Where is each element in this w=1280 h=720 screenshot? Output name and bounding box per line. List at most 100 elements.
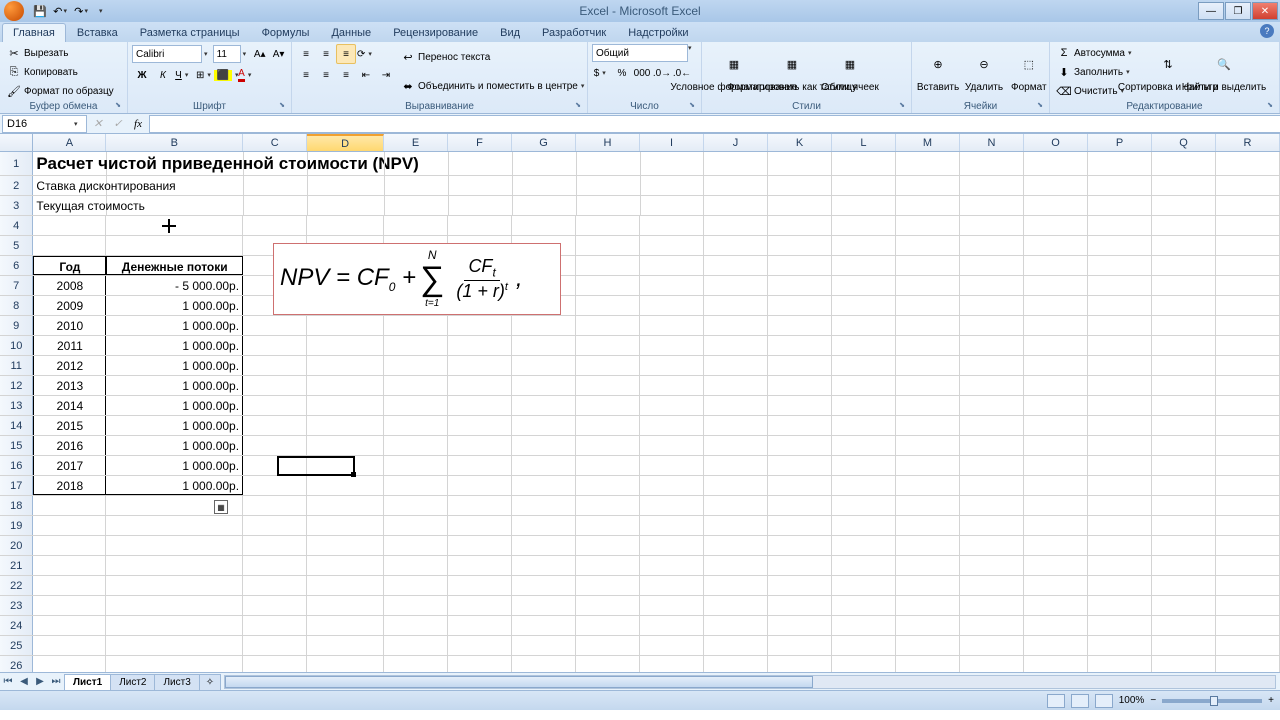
tab-review[interactable]: Рецензирование (382, 23, 489, 42)
npv-formula-image[interactable]: NPV = CF0 + N∑t=1 CFt(1 + r)t , (273, 243, 561, 315)
cell-B6[interactable]: Денежные потоки (106, 256, 243, 275)
bold-button[interactable]: Ж (132, 65, 152, 85)
cell-A14[interactable]: 2015 (33, 416, 106, 435)
cell-N5[interactable] (960, 236, 1024, 255)
cell-R22[interactable] (1216, 576, 1280, 595)
next-sheet-button[interactable]: ▶ (32, 674, 48, 690)
minimize-button[interactable]: — (1198, 2, 1224, 20)
cell-N1[interactable] (960, 152, 1024, 175)
row-header-18[interactable]: 18 (0, 496, 33, 515)
cell-F16[interactable] (448, 456, 512, 475)
tab-addins[interactable]: Надстройки (617, 23, 699, 42)
cell-O14[interactable] (1024, 416, 1088, 435)
cell-A20[interactable] (33, 536, 106, 555)
cell-O25[interactable] (1024, 636, 1088, 655)
align-right-button[interactable]: ≡ (336, 65, 356, 85)
sheet-tab-2[interactable]: Лист2 (110, 674, 155, 690)
cell-I3[interactable] (641, 196, 705, 215)
cell-R25[interactable] (1216, 636, 1280, 655)
cell-D22[interactable] (307, 576, 384, 595)
row-header-21[interactable]: 21 (0, 556, 33, 575)
cell-F24[interactable] (448, 616, 512, 635)
cell-P17[interactable] (1088, 476, 1152, 495)
cell-F22[interactable] (448, 576, 512, 595)
row-header-16[interactable]: 16 (0, 456, 33, 475)
cell-G22[interactable] (512, 576, 576, 595)
cell-H11[interactable] (576, 356, 640, 375)
cell-M26[interactable] (896, 656, 960, 672)
cell-D16[interactable] (307, 456, 384, 475)
column-header-K[interactable]: K (768, 134, 832, 151)
cell-F17[interactable] (448, 476, 512, 495)
cell-J1[interactable] (704, 152, 768, 175)
cell-H21[interactable] (576, 556, 640, 575)
cell-R11[interactable] (1216, 356, 1280, 375)
cell-C25[interactable] (243, 636, 307, 655)
cell-G15[interactable] (512, 436, 576, 455)
cell-P12[interactable] (1088, 376, 1152, 395)
cell-L9[interactable] (832, 316, 896, 335)
cell-B14[interactable]: 1 000.00р. (106, 416, 243, 435)
cell-K21[interactable] (768, 556, 832, 575)
cell-R9[interactable] (1216, 316, 1280, 335)
cell-P9[interactable] (1088, 316, 1152, 335)
cell-O20[interactable] (1024, 536, 1088, 555)
cell-K17[interactable] (768, 476, 832, 495)
fx-icon[interactable]: fx (129, 116, 147, 132)
cell-B4[interactable] (106, 216, 243, 235)
cell-L21[interactable] (832, 556, 896, 575)
cell-L24[interactable] (832, 616, 896, 635)
cell-J7[interactable] (704, 276, 768, 295)
cell-R2[interactable] (1216, 176, 1280, 195)
cell-E21[interactable] (384, 556, 448, 575)
cell-N13[interactable] (960, 396, 1024, 415)
cell-C22[interactable] (243, 576, 307, 595)
cell-C13[interactable] (243, 396, 307, 415)
comma-button[interactable]: 000 (632, 63, 652, 83)
row-header-15[interactable]: 15 (0, 436, 33, 455)
column-header-H[interactable]: H (576, 134, 640, 151)
cell-P10[interactable] (1088, 336, 1152, 355)
cell-J11[interactable] (704, 356, 768, 375)
cell-Q15[interactable] (1152, 436, 1216, 455)
cell-Q19[interactable] (1152, 516, 1216, 535)
cell-J17[interactable] (704, 476, 768, 495)
cell-C10[interactable] (243, 336, 307, 355)
cell-A8[interactable]: 2009 (33, 296, 106, 315)
cell-Q7[interactable] (1152, 276, 1216, 295)
cell-Q21[interactable] (1152, 556, 1216, 575)
grow-font-button[interactable]: A▴ (251, 44, 268, 64)
cell-I18[interactable] (640, 496, 704, 515)
cell-F2[interactable] (449, 176, 513, 195)
cell-A17[interactable]: 2018 (33, 476, 106, 495)
cell-A24[interactable] (33, 616, 106, 635)
align-left-button[interactable]: ≡ (296, 65, 316, 85)
cell-E13[interactable] (384, 396, 448, 415)
cell-I6[interactable] (640, 256, 704, 275)
cell-R13[interactable] (1216, 396, 1280, 415)
cell-I23[interactable] (640, 596, 704, 615)
redo-icon[interactable]: ↷▾ (73, 2, 91, 20)
cell-H18[interactable] (576, 496, 640, 515)
cell-Q6[interactable] (1152, 256, 1216, 275)
cell-K11[interactable] (768, 356, 832, 375)
column-header-G[interactable]: G (512, 134, 576, 151)
cell-O13[interactable] (1024, 396, 1088, 415)
fill-button[interactable]: ⬇Заполнить▾ (1054, 64, 1139, 80)
cell-C24[interactable] (243, 616, 307, 635)
cell-O4[interactable] (1024, 216, 1088, 235)
cell-L12[interactable] (832, 376, 896, 395)
cell-Q9[interactable] (1152, 316, 1216, 335)
cell-Q3[interactable] (1152, 196, 1216, 215)
cell-G11[interactable] (512, 356, 576, 375)
cell-K5[interactable] (768, 236, 832, 255)
cell-P8[interactable] (1088, 296, 1152, 315)
cell-K18[interactable] (768, 496, 832, 515)
cell-O1[interactable] (1024, 152, 1088, 175)
format-cells-button[interactable]: ⬚Формат (1008, 44, 1050, 100)
cell-O5[interactable] (1024, 236, 1088, 255)
cell-O6[interactable] (1024, 256, 1088, 275)
cell-L7[interactable] (832, 276, 896, 295)
cell-O3[interactable] (1024, 196, 1088, 215)
undo-icon[interactable]: ↶▾ (52, 2, 70, 20)
